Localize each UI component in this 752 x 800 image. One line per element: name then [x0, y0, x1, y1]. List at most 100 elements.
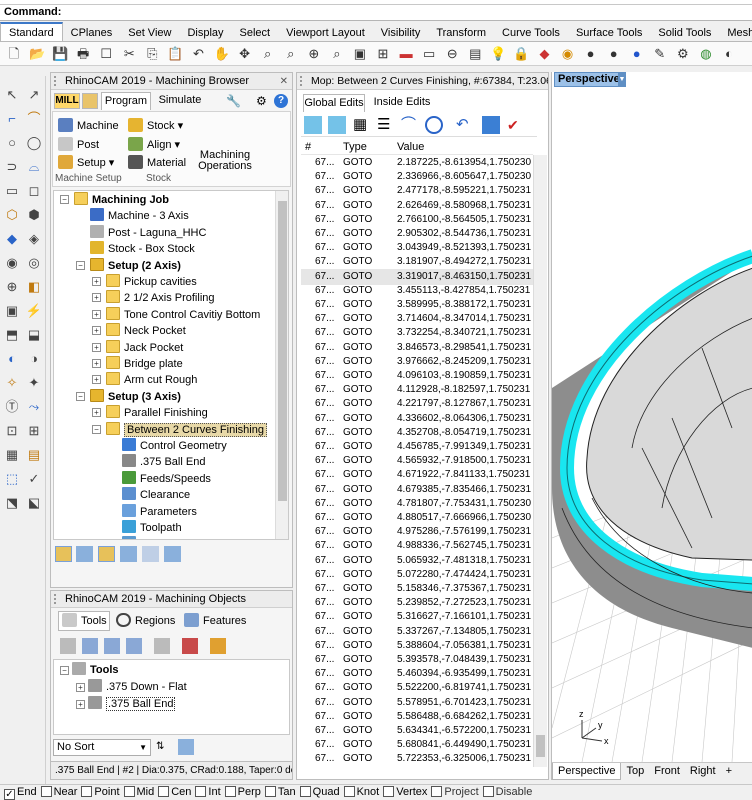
- tab-simulate[interactable]: Simulate: [154, 92, 206, 110]
- gear-icon[interactable]: ⚙: [256, 94, 270, 108]
- tree-item-operation-property[interactable]: Parameters: [122, 503, 197, 520]
- text-icon[interactable]: Ⓣ: [3, 398, 21, 416]
- checkbox-icon[interactable]: [158, 786, 170, 797]
- osnap-mid[interactable]: Mid: [123, 785, 154, 800]
- wrench-icon[interactable]: 🔧: [226, 94, 242, 108]
- shaded-sphere-icon[interactable]: ●: [605, 45, 623, 63]
- tree-item-operation-property[interactable]: Clearance: [122, 487, 190, 503]
- named-views-icon[interactable]: ▣: [351, 45, 369, 63]
- osnap-int[interactable]: Int: [195, 785, 221, 800]
- osnap-project[interactable]: Project: [431, 785, 479, 800]
- panel-grip-icon[interactable]: [54, 594, 60, 604]
- open-file-icon[interactable]: 📂: [28, 45, 46, 63]
- block-icon[interactable]: ⬚: [3, 470, 21, 488]
- car-icon[interactable]: ▬: [397, 45, 415, 63]
- offset-icon[interactable]: ◑: [25, 350, 43, 368]
- check-icon[interactable]: ✓: [25, 470, 43, 488]
- undo-icon[interactable]: ↶: [456, 116, 474, 134]
- toolbar-tab[interactable]: Surface Tools: [568, 24, 650, 41]
- globe-icon[interactable]: ◍: [697, 45, 715, 63]
- tab-inside-edits[interactable]: Inside Edits: [367, 94, 437, 112]
- info-icon[interactable]: [142, 546, 159, 562]
- viewport-tab-right[interactable]: Right: [685, 763, 721, 780]
- command-prompt[interactable]: Command:: [0, 5, 752, 21]
- tab-regions[interactable]: Regions: [116, 612, 178, 630]
- rotate-view-icon[interactable]: ✥: [236, 45, 254, 63]
- tree-item-post[interactable]: Post - Laguna_HHC: [90, 224, 206, 241]
- tree-item-operation[interactable]: Parallel Finishing: [106, 405, 208, 421]
- select-icon[interactable]: ⊖: [443, 45, 461, 63]
- star-icon[interactable]: ✧: [3, 374, 21, 392]
- circle-icon[interactable]: ○: [3, 134, 21, 152]
- checkbox-icon[interactable]: [224, 786, 236, 797]
- print-icon[interactable]: 🖶: [74, 45, 92, 63]
- save-edits-icon[interactable]: [482, 116, 500, 134]
- collapse-icon[interactable]: −: [92, 424, 101, 434]
- settings-icon[interactable]: [164, 546, 181, 562]
- table-row[interactable]: 67... GOTO 5.722353,-6.325006,1.750231: [301, 751, 533, 767]
- toolpath-view-icon[interactable]: [55, 546, 72, 562]
- ellipse-icon[interactable]: ◯: [25, 134, 43, 152]
- tool-item[interactable]: + .375 Down - Flat: [76, 679, 187, 695]
- toolbar-tab[interactable]: Visibility: [373, 24, 429, 41]
- checkbox-icon[interactable]: [482, 786, 494, 797]
- edit-tool-icon[interactable]: [154, 638, 170, 654]
- osnap-knot[interactable]: Knot: [343, 785, 379, 800]
- tree-item-operation-property[interactable]: Toolpath: [122, 520, 182, 536]
- scrollbar-thumb[interactable]: [536, 735, 545, 757]
- copy-icon[interactable]: ⎘: [143, 45, 161, 63]
- fillet-icon[interactable]: ⌓: [25, 158, 43, 176]
- cut-icon[interactable]: ✂: [120, 45, 138, 63]
- polyline-icon[interactable]: ⌐: [3, 110, 21, 128]
- checkbox-icon[interactable]: [81, 786, 93, 797]
- polygon-icon[interactable]: ⬡: [3, 206, 21, 224]
- arc-icon[interactable]: ⌒: [401, 116, 419, 134]
- tool-item[interactable]: + .375 Ball End: [76, 696, 176, 712]
- tree-root-machining-job[interactable]: Machining Job: [74, 192, 169, 208]
- analyze-icon[interactable]: ⬔: [3, 494, 21, 512]
- tree-item-operation[interactable]: Arm cut Rough: [106, 372, 197, 388]
- light-icon[interactable]: 💡: [489, 45, 507, 63]
- checkbox-icon[interactable]: [123, 786, 135, 797]
- pan-icon[interactable]: ✋: [213, 45, 231, 63]
- collapse-icon[interactable]: −: [76, 391, 85, 401]
- layers-icon[interactable]: ▤: [466, 45, 484, 63]
- toolbar-tab[interactable]: Solid Tools: [650, 24, 719, 41]
- generate-icon[interactable]: [98, 546, 115, 562]
- delete-tool-icon[interactable]: [182, 638, 198, 654]
- add-viewport-icon[interactable]: +: [721, 763, 737, 780]
- align-button[interactable]: Align ▾: [128, 137, 180, 152]
- render-icon[interactable]: ⬕: [25, 494, 43, 512]
- render-icon[interactable]: ●: [628, 45, 646, 63]
- sort-select[interactable]: No Sort ▼: [53, 739, 151, 756]
- expand-icon[interactable]: +: [92, 375, 101, 385]
- tool-filter-icon[interactable]: [178, 739, 194, 755]
- array-icon[interactable]: ⊞: [25, 422, 43, 440]
- tool-icon[interactable]: [60, 638, 76, 654]
- save-icon[interactable]: 💾: [51, 45, 69, 63]
- toolbar-tab[interactable]: Set View: [120, 24, 179, 41]
- osnap-quad[interactable]: Quad: [299, 785, 340, 800]
- toolbar-tab[interactable]: CPlanes: [63, 24, 121, 41]
- solid-icon[interactable]: ⬢: [25, 206, 43, 224]
- osnap-tan[interactable]: Tan: [264, 785, 296, 800]
- paste-icon[interactable]: 📋: [166, 45, 184, 63]
- tool-settings-icon[interactable]: [210, 638, 226, 654]
- tree-item-operation-property[interactable]: Feeds/Speeds: [122, 470, 211, 487]
- more-icon[interactable]: ◐: [720, 45, 738, 63]
- toolbar-tab[interactable]: Select: [232, 24, 279, 41]
- checkbox-icon[interactable]: [40, 786, 52, 797]
- collapse-icon[interactable]: −: [76, 260, 85, 270]
- path-icon[interactable]: ⤳: [25, 398, 43, 416]
- tree-scrollbar[interactable]: [275, 191, 288, 539]
- circle-icon[interactable]: [425, 116, 443, 134]
- explode-icon[interactable]: ⚡: [25, 302, 43, 320]
- tools-root[interactable]: − Tools: [60, 662, 119, 678]
- group-icon[interactable]: ⊡: [3, 422, 21, 440]
- osnap-end[interactable]: ✓ End: [4, 785, 37, 800]
- grid-icon[interactable]: ▦: [3, 446, 21, 464]
- sort-order-icon[interactable]: ⇅: [156, 739, 172, 755]
- properties-icon[interactable]: ☐: [97, 45, 115, 63]
- tree-item-operation[interactable]: Bridge plate: [106, 356, 183, 372]
- simulate-icon[interactable]: [76, 546, 93, 562]
